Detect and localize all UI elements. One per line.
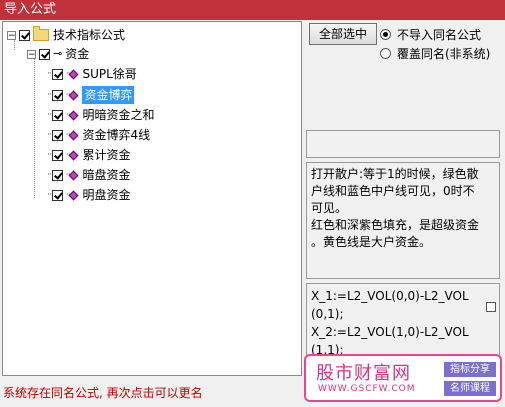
radio-label: 覆盖同名(非系统): [397, 47, 491, 61]
item-label: 暗盘资金: [82, 168, 131, 182]
item-label: 资金博弈: [82, 86, 135, 104]
watermark-url: WWW.GSCFW.COM: [318, 384, 416, 394]
code-checkbox[interactable]: [486, 302, 496, 312]
tree-item-selected[interactable]: ·· ·· 资金博弈: [47, 86, 135, 104]
tree-connector: ··: [47, 150, 52, 160]
watermark-tag: 名师课程: [444, 381, 496, 396]
select-all-button[interactable]: 全部选中: [309, 23, 377, 45]
description-line: 户线和蓝色中户线可见，0时不: [311, 184, 475, 198]
watermark-tag: 指标分享: [444, 362, 496, 377]
item-checkbox[interactable]: [51, 109, 63, 121]
root-label: 技术指标公式: [53, 28, 126, 42]
description-line: 打开散户:等于1的时候，绿色散: [311, 167, 479, 181]
code-line: (0,1);: [311, 307, 344, 321]
item-checkbox[interactable]: [51, 68, 63, 80]
window-title: 导入公式: [4, 2, 57, 17]
tree-connector: ··: [47, 170, 52, 180]
item-checkbox[interactable]: [51, 149, 63, 161]
tree-connector: ··: [47, 130, 52, 140]
status-message: 系统存在同名公式, 再次点击可以更名: [3, 386, 203, 400]
tree-group-node[interactable]: − ⊸ 资金: [27, 45, 89, 63]
info-box: [306, 130, 500, 158]
formula-description: 打开散户:等于1的时候，绿色散 户线和蓝色中户线可见，0时不 可见。 红色和深紫…: [306, 162, 500, 279]
folder-icon: [33, 26, 49, 41]
item-checkbox[interactable]: [51, 169, 63, 181]
tree-item[interactable]: ·· ·· 明暗资金之和: [47, 106, 154, 124]
tree-connector: ··: [47, 90, 52, 100]
radio-unselected-icon[interactable]: [380, 48, 391, 59]
tree-item[interactable]: ·· ·· 资金博弈4线: [47, 126, 150, 144]
formula-icon: [69, 110, 79, 120]
tree-item[interactable]: ·· ·· SUPL徐哥: [47, 65, 137, 83]
tree-connector: ··: [47, 110, 52, 120]
tree-connector: ··: [47, 190, 52, 200]
description-line: 可见。: [311, 201, 348, 215]
tree-item[interactable]: ·· ·· 暗盘资金: [47, 166, 130, 184]
group-checkbox[interactable]: [39, 48, 50, 60]
collapse-icon[interactable]: −: [27, 49, 36, 59]
item-checkbox[interactable]: [51, 129, 63, 141]
item-checkbox[interactable]: [51, 189, 63, 201]
formula-icon: [69, 190, 79, 200]
tree-line: [34, 58, 35, 198]
item-label: 明暗资金之和: [82, 108, 155, 122]
title-bar: 导入公式: [0, 0, 505, 20]
description-line: 红色和深紫色填充，是超级资金: [311, 218, 480, 232]
radio-selected-icon[interactable]: [380, 29, 391, 40]
key-icon: ⊸: [53, 47, 62, 60]
item-label: SUPL徐哥: [82, 67, 137, 81]
code-line: X_1:=L2_VOL(0,0)-L2_VOL: [311, 289, 469, 303]
tree-connector: ··: [47, 69, 52, 79]
formula-icon: [69, 130, 79, 140]
import-formula-dialog: 导入公式 − 技术指标公式 − ⊸ 资金 ·· ·· SUPL徐哥 ·· ·: [0, 0, 505, 407]
tree-item[interactable]: ·· ·· 明盘资金: [47, 186, 130, 204]
group-label: 资金: [65, 47, 90, 61]
formula-icon: [69, 170, 79, 180]
code-line: X_2:=L2_VOL(1,0)-L2_VOL: [311, 325, 469, 339]
collapse-icon[interactable]: −: [7, 30, 16, 40]
item-checkbox[interactable]: [51, 89, 63, 101]
tree-item[interactable]: ·· ·· 累计资金: [47, 146, 130, 164]
item-label: 资金博弈4线: [82, 128, 151, 142]
item-label: 累计资金: [82, 148, 131, 162]
formula-icon: [69, 90, 79, 100]
formula-tree[interactable]: − 技术指标公式 − ⊸ 资金 ·· ·· SUPL徐哥 ·· ·· 资金博弈 …: [2, 21, 302, 376]
radio-no-import-same-name[interactable]: 不导入同名公式: [380, 26, 481, 43]
radio-label: 不导入同名公式: [397, 28, 482, 42]
formula-icon: [69, 69, 79, 79]
item-label: 明盘资金: [82, 188, 131, 202]
description-line: 。黄色线是大户资金。: [311, 235, 432, 249]
formula-icon: [69, 150, 79, 160]
root-checkbox[interactable]: [19, 29, 30, 41]
radio-overwrite-same-name[interactable]: 覆盖同名(非系统): [380, 45, 490, 62]
watermark-title: 股市财富网: [316, 363, 411, 384]
watermark-logo: 股市财富网 WWW.GSCFW.COM 指标分享 名师课程: [304, 354, 502, 402]
tree-root-node[interactable]: − 技术指标公式: [7, 26, 125, 44]
